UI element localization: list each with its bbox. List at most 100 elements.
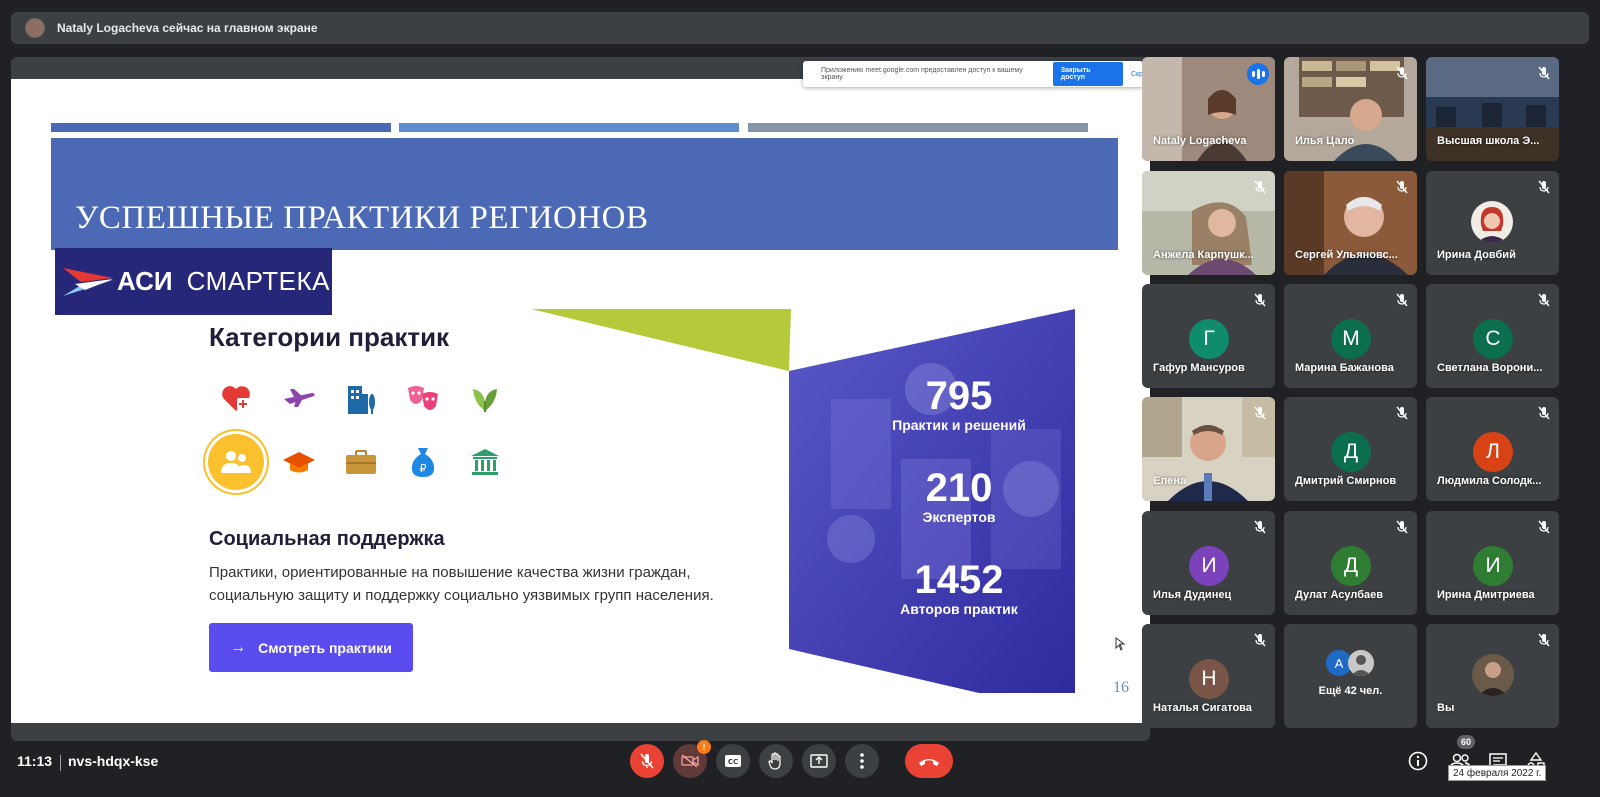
logo-smarteka-text: СМАРТЕКА (186, 266, 330, 296)
mic-off-icon (1538, 520, 1550, 534)
participant-tile[interactable]: Елена (1142, 397, 1275, 501)
more-participants-tile[interactable]: А Ещё 42 чел. (1284, 624, 1417, 728)
camera-toggle-button[interactable]: ! (673, 740, 711, 778)
participant-avatar-letter: С (1473, 319, 1513, 359)
participant-name: Ирина Дмитриева (1437, 589, 1535, 601)
raise-hand-button[interactable] (759, 744, 793, 778)
theater-masks-icon[interactable] (398, 373, 448, 423)
asi-smarteka-logo: АСИ СМАРТЕКА (55, 248, 332, 315)
participant-avatar-letter: Д (1331, 546, 1371, 586)
mic-off-icon (1254, 406, 1266, 420)
slide-title-band: УСПЕШНЫЕ ПРАКТИКИ РЕГИОНОВ (51, 138, 1118, 250)
view-practices-button[interactable]: → Смотреть практики (209, 623, 413, 672)
more-options-button[interactable] (845, 744, 879, 778)
briefcase-icon[interactable] (336, 437, 386, 487)
participant-name: Анжела Карпушк... (1153, 249, 1254, 261)
meeting-code: nvs-hdqx-kse (68, 753, 159, 769)
presenter-banner: Nataly Logacheva сейчас на главном экран… (11, 12, 1589, 44)
captions-button[interactable]: CC (716, 744, 750, 778)
selected-category-title: Социальная поддержка (209, 528, 445, 550)
people-icon[interactable] (208, 434, 264, 490)
participant-tile[interactable]: Г Гафур Мансуров (1142, 284, 1275, 388)
heart-health-icon[interactable] (211, 373, 261, 423)
participant-count-badge: 60 (1457, 735, 1475, 749)
mic-off-icon (1254, 293, 1266, 307)
present-screen-button[interactable] (802, 744, 836, 778)
participant-tile[interactable]: И Ирина Дмитриева (1426, 511, 1559, 615)
microphone-toggle-button[interactable] (630, 744, 664, 778)
meeting-details-button[interactable] (1406, 749, 1430, 773)
museum-icon[interactable] (460, 437, 510, 487)
mic-off-icon (640, 753, 654, 769)
more-participants-label: Ещё 42 чел. (1318, 685, 1383, 697)
participant-name: Светлана Ворони... (1437, 362, 1543, 374)
slide-title: УСПЕШНЫЕ ПРАКТИКИ РЕГИОНОВ (75, 200, 649, 236)
stat-authors-label: Авторов практик (900, 601, 1018, 617)
participant-name: Илья Дудинец (1153, 589, 1232, 601)
participant-tile[interactable]: Высшая школа Э... (1426, 57, 1559, 161)
city-buildings-icon[interactable] (336, 373, 386, 423)
presenter-avatar (25, 18, 45, 38)
presentation-stage: УСПЕШНЫЕ ПРАКТИКИ РЕГИОНОВ АСИ СМАРТЕКА (11, 57, 1150, 741)
leave-call-button[interactable] (905, 744, 953, 778)
bottom-control-bar: 11:13 nvs-hdqx-kse ! CC 60 24 февраля 20… (0, 735, 1600, 797)
participant-name: Илья Цало (1295, 135, 1355, 147)
date-tooltip: 24 февраля 2022 г. (1448, 765, 1547, 781)
mic-off-icon (1396, 293, 1408, 307)
categories-title: Категории практик (209, 322, 450, 352)
participant-tile[interactable]: Nataly Logacheva (1142, 57, 1275, 161)
participant-tile[interactable]: Анжела Карпушк... (1142, 171, 1275, 275)
slide-page-number: 16 (1113, 679, 1129, 696)
participant-name: Елена (1153, 475, 1187, 487)
mic-off-icon (1538, 180, 1550, 194)
self-tile[interactable]: Вы (1426, 624, 1559, 728)
airplane-icon[interactable] (274, 373, 324, 423)
mic-off-icon (1538, 293, 1550, 307)
stat-practices: 795 Практик и решений (887, 375, 1031, 433)
participant-tile[interactable]: М Марина Бажанова (1284, 284, 1417, 388)
participant-name: Дмитрий Смирнов (1295, 475, 1397, 487)
leaf-icon[interactable] (460, 373, 510, 423)
mic-off-icon (1396, 520, 1408, 534)
participant-tile[interactable]: Д Дулат Асулбаев (1284, 511, 1417, 615)
participant-tile[interactable]: Л Людмила Солодк... (1426, 397, 1559, 501)
participant-tile[interactable]: Н Наталья Сигатова (1142, 624, 1275, 728)
participant-tile[interactable]: Д Дмитрий Смирнов (1284, 397, 1417, 501)
mic-off-icon (1396, 406, 1408, 420)
participant-tile[interactable]: И Илья Дудинец (1142, 511, 1275, 615)
present-screen-icon (810, 754, 828, 768)
participant-tile[interactable]: Сергей Ульяновс... (1284, 171, 1417, 275)
participant-name: Вы (1437, 702, 1455, 714)
stop-sharing-button[interactable]: Закрыть доступ (1052, 62, 1123, 86)
mic-off-icon (1396, 180, 1408, 194)
more-vert-icon (860, 753, 864, 769)
mouse-cursor-icon (1115, 637, 1125, 651)
stat-authors: 1452 Авторов практик (887, 559, 1031, 617)
hand-icon (768, 752, 781, 770)
svg-text:₽: ₽ (420, 462, 427, 475)
presenter-banner-text: Nataly Logacheva сейчас на главном экран… (57, 21, 318, 35)
stat-authors-value: 1452 (914, 558, 1004, 602)
participant-name: Дулат Асулбаев (1295, 589, 1384, 601)
camera-off-icon (681, 754, 699, 768)
participant-tile[interactable]: Ирина Довбий (1426, 171, 1559, 275)
captions-icon: CC (725, 755, 741, 767)
more-avatar-photo (1348, 650, 1374, 676)
participant-name: Марина Бажанова (1295, 362, 1394, 374)
mic-off-icon (1254, 180, 1266, 194)
stat-experts-label: Экспертов (922, 509, 996, 525)
participant-name: Nataly Logacheva (1153, 135, 1247, 147)
money-bag-icon[interactable]: ₽ (398, 437, 448, 487)
participant-tile[interactable]: С Светлана Ворони... (1426, 284, 1559, 388)
screen-share-notice: Приложению meet.google.com предоставлен … (803, 61, 1143, 87)
decor-bar-1 (51, 123, 391, 132)
view-practices-label: Смотреть практики (258, 639, 392, 656)
mic-off-icon (1538, 66, 1550, 80)
participant-avatar-letter: И (1189, 546, 1229, 586)
info-icon (1408, 751, 1428, 771)
participant-tile[interactable]: Илья Цало (1284, 57, 1417, 161)
mic-off-icon (1254, 520, 1266, 534)
divider (60, 755, 61, 771)
graduation-cap-icon[interactable] (274, 437, 324, 487)
hang-up-icon (919, 759, 939, 766)
